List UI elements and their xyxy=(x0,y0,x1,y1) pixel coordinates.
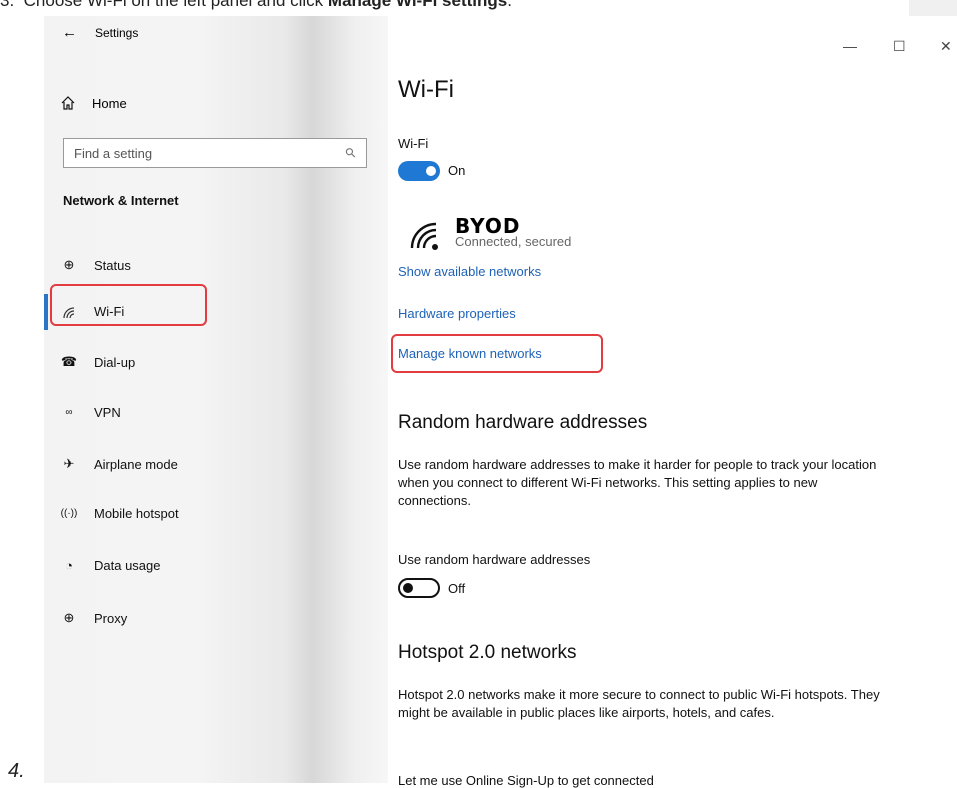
random-hw-toggle-label: Use random hardware addresses xyxy=(398,552,591,567)
page-title: Wi-Fi xyxy=(398,76,454,103)
title-bar: ← Settings xyxy=(62,24,138,41)
sidebar-item-data-usage[interactable]: ◔ Data usage xyxy=(60,558,160,573)
network-status: Connected, secured xyxy=(455,234,572,249)
close-icon[interactable]: ✕ xyxy=(940,38,952,55)
hotspot-icon: ((·)) xyxy=(60,508,78,519)
home-icon xyxy=(61,96,75,110)
instruction-text: 3. Choose Wi-Fi on the left panel and cl… xyxy=(0,0,512,10)
wifi-label: Wi-Fi xyxy=(398,136,429,151)
search-icon[interactable]: ⚲ xyxy=(342,144,360,162)
highlight-box-wifi xyxy=(50,284,207,326)
sidebar-item-dialup[interactable]: ☎ Dial-up xyxy=(60,354,135,370)
main-content: — ☐ ✕ Wi-Fi Wi-Fi On BYOD Connected, sec… xyxy=(388,16,957,788)
random-hw-heading: Random hardware addresses xyxy=(398,412,648,433)
hardware-properties-link[interactable]: Hardware properties xyxy=(398,306,516,321)
random-hw-toggle[interactable] xyxy=(398,578,440,598)
toggle-knob xyxy=(426,166,436,176)
vpn-icon: ∞ xyxy=(65,407,73,418)
show-available-networks-link[interactable]: Show available networks xyxy=(398,264,541,279)
sidebar-item-home[interactable]: Home xyxy=(60,95,127,111)
maximize-icon[interactable]: ☐ xyxy=(893,38,906,55)
window-title: Settings xyxy=(95,25,139,40)
random-hw-description: Use random hardware addresses to make it… xyxy=(398,457,877,508)
random-hw-toggle-state: Off xyxy=(448,581,466,596)
hotspot20-description: Hotspot 2.0 networks make it more secure… xyxy=(398,687,880,720)
next-step-number: 4. xyxy=(8,760,25,782)
wifi-toggle[interactable] xyxy=(398,161,440,181)
phone-icon: ☎ xyxy=(60,354,78,369)
wifi-toggle-state: On xyxy=(448,163,466,178)
back-arrow-icon[interactable]: ← xyxy=(62,24,77,41)
sidebar-item-status[interactable]: ⊕ Status xyxy=(60,257,131,273)
section-title: Network & Internet xyxy=(63,193,179,208)
minimize-icon[interactable]: — xyxy=(843,38,857,54)
globe-icon: ⊕ xyxy=(63,610,75,625)
globe-status-icon: ⊕ xyxy=(63,257,75,272)
pie-chart-icon: ◔ xyxy=(65,558,73,573)
sidebar-item-vpn[interactable]: ∞ VPN xyxy=(60,405,120,420)
toggle-knob xyxy=(403,583,413,593)
hotspot20-heading: Hotspot 2.0 networks xyxy=(398,642,577,663)
airplane-icon: ✈ xyxy=(63,456,75,471)
search-input[interactable]: Find a setting ⚲ xyxy=(63,138,367,168)
sidebar-item-airplane[interactable]: ✈ Airplane mode xyxy=(60,456,178,472)
settings-sidebar: ← Settings Home Find a setting ⚲ Network… xyxy=(44,16,388,783)
online-signup-label: Let me use Online Sign-Up to get connect… xyxy=(398,773,654,788)
sidebar-item-hotspot[interactable]: ((·)) Mobile hotspot xyxy=(60,506,179,521)
sidebar-item-proxy[interactable]: ⊕ Proxy xyxy=(60,610,128,626)
active-indicator xyxy=(44,294,48,330)
wifi-signal-icon xyxy=(410,222,438,250)
highlight-box-manage xyxy=(391,334,603,373)
search-placeholder: Find a setting xyxy=(74,145,153,161)
